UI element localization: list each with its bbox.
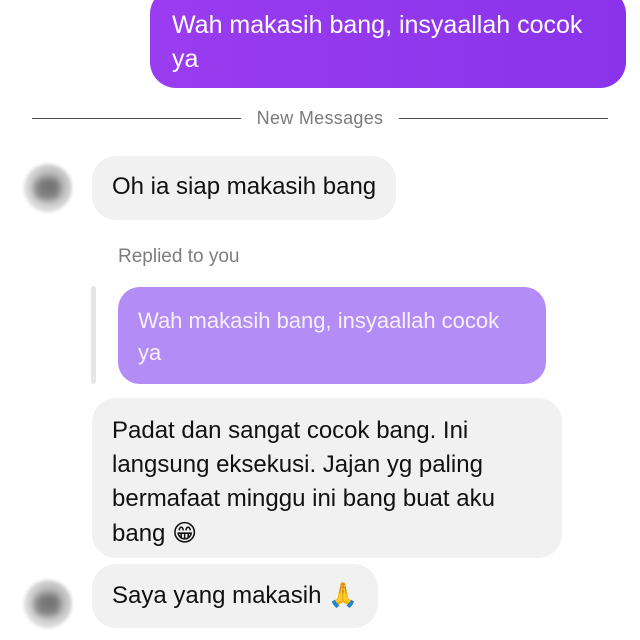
- outgoing-message-text: Wah makasih bang, insyaallah cocok ya: [172, 11, 583, 73]
- grinning-face-emoji-icon: 😁: [172, 519, 198, 547]
- folded-hands-emoji-icon: 🙏: [328, 581, 359, 609]
- contact-avatar[interactable]: [24, 164, 72, 212]
- divider-line-right: [399, 117, 608, 119]
- incoming-message-text: Saya yang makasih: [112, 582, 322, 609]
- quoted-message-text: Wah makasih bang, insyaallah cocok ya: [138, 308, 500, 365]
- incoming-message-bubble-long[interactable]: Padat dan sangat cocok bang. Ini langsun…: [92, 398, 562, 558]
- quoted-message-bubble[interactable]: Wah makasih bang, insyaallah cocok ya: [118, 287, 546, 384]
- reply-indicator-bar: [91, 286, 96, 384]
- contact-avatar[interactable]: [24, 580, 72, 628]
- replied-to-you-label: Replied to you: [118, 246, 240, 267]
- divider-line-left: [32, 117, 241, 119]
- incoming-message-bubble[interactable]: Saya yang makasih 🙏: [92, 564, 379, 628]
- incoming-message-bubble[interactable]: Oh ia siap makasih bang: [92, 156, 397, 220]
- new-messages-label: New Messages: [256, 107, 384, 128]
- chat-thread[interactable]: Wah makasih bang, insyaallah cocok ya Ne…: [0, 0, 640, 640]
- incoming-message-text: Oh ia siap makasih bang: [112, 173, 377, 200]
- outgoing-message-bubble[interactable]: Wah makasih bang, insyaallah cocok ya: [150, 0, 626, 88]
- new-messages-divider: New Messages: [32, 106, 608, 130]
- incoming-message-text: Padat dan sangat cocok bang. Ini langsun…: [112, 417, 495, 547]
